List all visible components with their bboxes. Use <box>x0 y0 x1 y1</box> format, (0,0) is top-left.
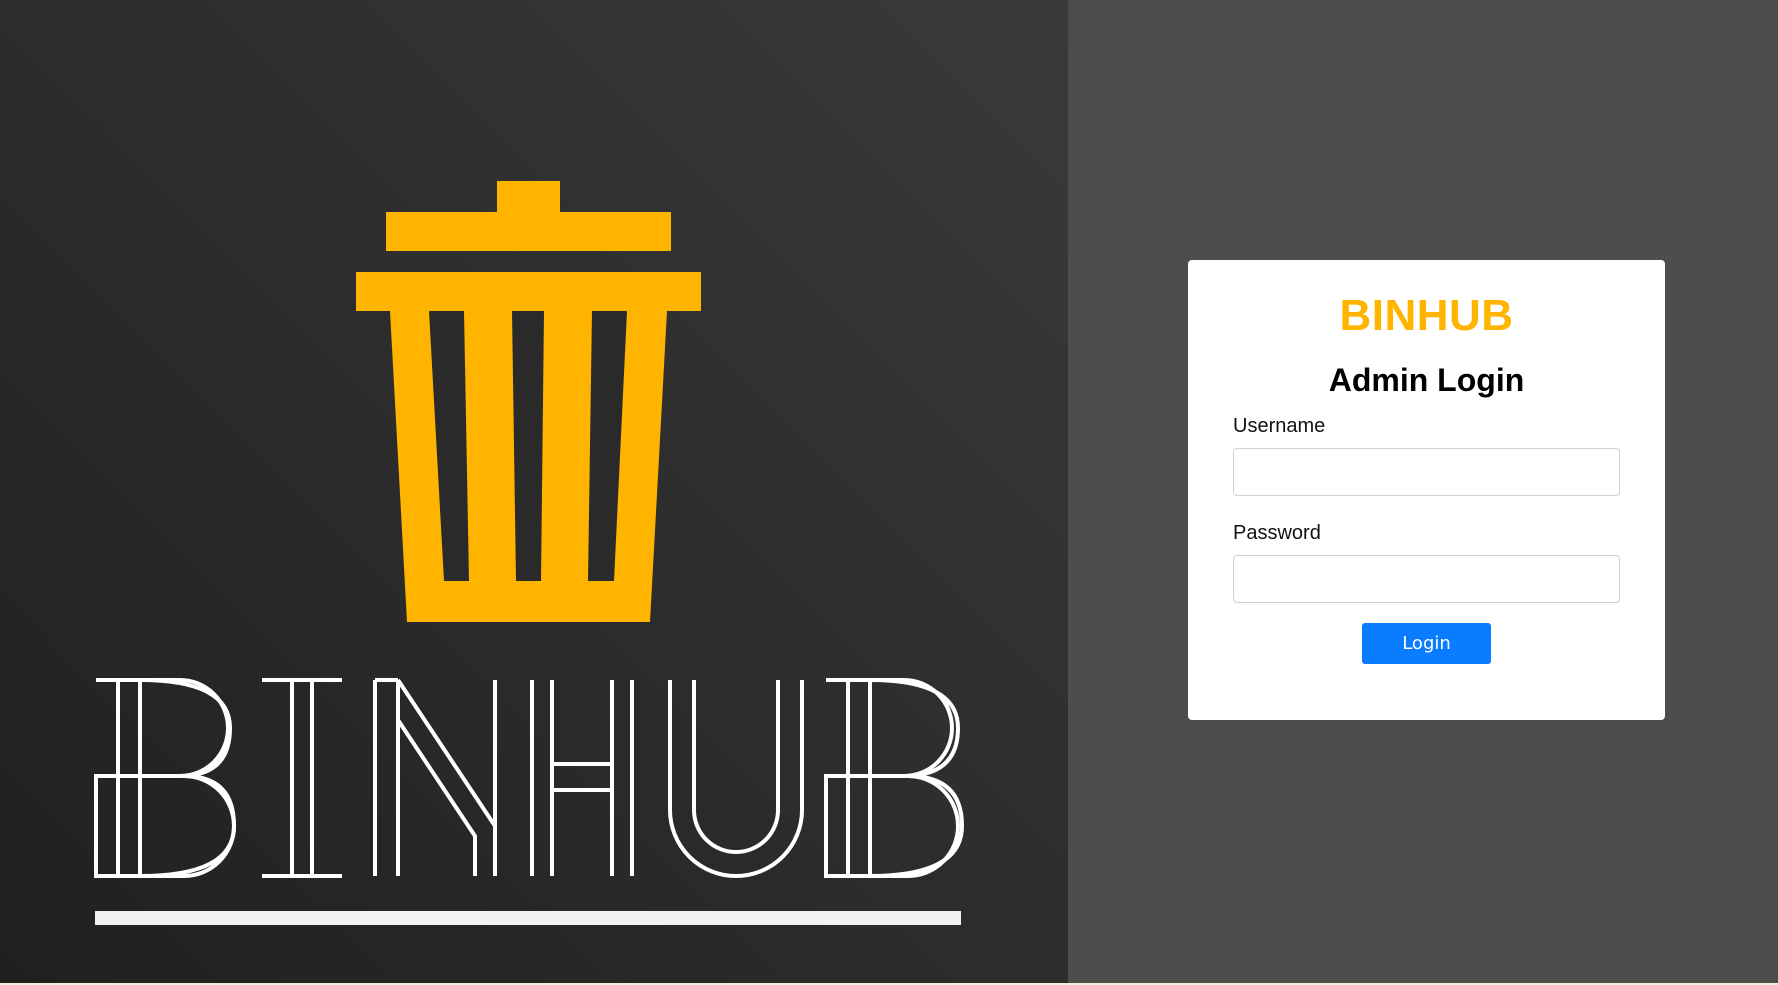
username-input[interactable] <box>1233 448 1620 496</box>
username-label: Username <box>1233 415 1326 437</box>
trash-bin-slots <box>429 311 627 581</box>
brand-title: BINHUB <box>1339 291 1514 340</box>
button-row: Login <box>1233 623 1620 664</box>
password-input[interactable] <box>1233 555 1620 603</box>
binhub-wordmark <box>94 678 965 878</box>
password-label: Password <box>1233 522 1321 544</box>
page-title: Admin Login <box>1328 362 1525 398</box>
brand-panel <box>0 0 1068 985</box>
login-card: BINHUB Admin Login Username Password Log… <box>1188 260 1665 720</box>
binhub-logo <box>94 181 965 925</box>
wordmark-underline <box>95 911 961 925</box>
login-button[interactable]: Login <box>1362 623 1491 664</box>
page: BINHUB Admin Login Username Password Log… <box>0 0 1778 985</box>
